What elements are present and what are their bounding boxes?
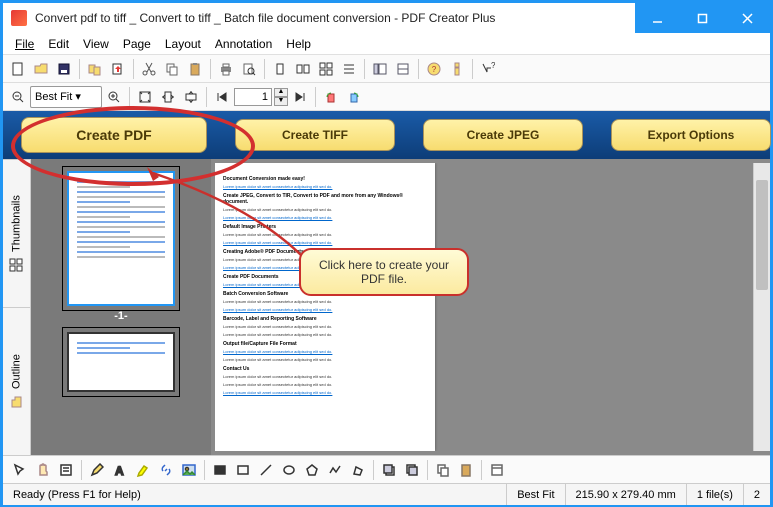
zoom-combo[interactable]: Best Fit ▾ [30,86,102,108]
view-outline-icon[interactable] [392,58,414,80]
menu-annotation[interactable]: Annotation [209,35,278,53]
fit-height-icon[interactable] [180,86,202,108]
view-list-icon[interactable] [338,58,360,80]
workspace: Thumbnails Outline -1- Document Conversi… [3,159,770,455]
side-tabs: Thumbnails Outline [3,159,31,455]
outline-icon [10,395,24,409]
rotate-left-icon[interactable] [320,86,342,108]
help-tips-icon[interactable]: ? [423,58,445,80]
status-pages: 2 [743,484,770,505]
polygon-tool-icon[interactable] [301,459,323,481]
callout-tooltip: Click here to create your PDF file. [299,248,469,296]
open-icon[interactable] [30,58,52,80]
closed-polyline-tool-icon[interactable] [347,459,369,481]
view-double-icon[interactable] [292,58,314,80]
status-ready: Ready (Press F1 for Help) [3,484,506,505]
thumbnail-label: -1- [67,310,175,322]
page-number-input[interactable] [234,88,272,106]
close-button[interactable] [725,3,770,33]
text-tool-icon[interactable]: A [109,459,131,481]
help-about-icon[interactable] [446,58,468,80]
vertical-scrollbar[interactable] [753,163,770,451]
export-options-button[interactable]: Export Options [611,119,771,151]
action-bar: Create PDF Create TIFF Create JPEG Expor… [3,111,770,159]
bring-front-icon[interactable] [378,459,400,481]
minimize-button[interactable] [635,3,680,33]
page-spin-up[interactable]: ▲ [274,88,288,97]
pencil-tool-icon[interactable] [86,459,108,481]
menu-layout[interactable]: Layout [159,35,207,53]
import-icon[interactable] [84,58,106,80]
image-tool-icon[interactable] [178,459,200,481]
thumbnails-panel: -1- [31,159,211,455]
copy-style-icon[interactable] [432,459,454,481]
document-page: Document Conversion made easy! Lorem ips… [215,163,435,451]
maximize-button[interactable] [680,3,725,33]
view-grid-icon[interactable] [315,58,337,80]
thumbnail-page-2[interactable] [67,332,175,392]
copy-icon[interactable] [161,58,183,80]
toolbar-main: ? ? [3,55,770,83]
context-help-icon[interactable]: ? [477,58,499,80]
menu-view[interactable]: View [77,35,115,53]
view-single-icon[interactable] [269,58,291,80]
create-tiff-button[interactable]: Create TIFF [235,119,395,151]
rect-tool-icon[interactable] [232,459,254,481]
link-tool-icon[interactable] [155,459,177,481]
page-spin-down[interactable]: ▼ [274,97,288,106]
toolbar-annotation: A [3,455,770,483]
properties-icon[interactable] [486,459,508,481]
app-icon [11,10,27,26]
menu-page[interactable]: Page [117,35,157,53]
line-tool-icon[interactable] [255,459,277,481]
export-icon[interactable] [107,58,129,80]
last-page-icon[interactable] [289,86,311,108]
create-pdf-button[interactable]: Create PDF [21,117,207,153]
menu-file[interactable]: File [9,35,40,53]
print-icon[interactable] [215,58,237,80]
cut-icon[interactable] [138,58,160,80]
statusbar: Ready (Press F1 for Help) Best Fit 215.9… [3,483,770,505]
svg-text:A: A [115,464,124,477]
ellipse-tool-icon[interactable] [278,459,300,481]
tab-thumbnails[interactable]: Thumbnails [3,159,30,307]
window-title: Convert pdf to tiff _ Convert to tiff _ … [35,11,635,25]
toolbar-zoom: Best Fit ▾ ▲ ▼ [3,83,770,111]
paste-style-icon[interactable] [455,459,477,481]
first-page-icon[interactable] [211,86,233,108]
polyline-tool-icon[interactable] [324,459,346,481]
paste-icon[interactable] [184,58,206,80]
new-icon[interactable] [7,58,29,80]
filled-rect-tool-icon[interactable] [209,459,231,481]
fit-width-icon[interactable] [157,86,179,108]
hand-tool-icon[interactable] [32,459,54,481]
select-tool-icon[interactable] [9,459,31,481]
tab-outline[interactable]: Outline [3,307,30,455]
thumbnail-page-1[interactable]: -1- [67,171,175,322]
save-icon[interactable] [53,58,75,80]
view-thumbs-icon[interactable] [369,58,391,80]
status-dimensions: 215.90 x 279.40 mm [565,484,686,505]
status-files: 1 file(s) [686,484,743,505]
print-preview-icon[interactable] [238,58,260,80]
menubar: File Edit View Page Layout Annotation He… [3,33,770,55]
svg-text:?: ? [432,65,437,74]
zoom-out-icon[interactable] [7,86,29,108]
note-tool-icon[interactable] [55,459,77,481]
menu-edit[interactable]: Edit [42,35,75,53]
document-viewer[interactable]: Document Conversion made easy! Lorem ips… [211,159,770,455]
thumbnails-icon [10,258,24,272]
send-back-icon[interactable] [401,459,423,481]
menu-help[interactable]: Help [280,35,317,53]
fit-page-icon[interactable] [134,86,156,108]
status-fit: Best Fit [506,484,564,505]
create-jpeg-button[interactable]: Create JPEG [423,119,583,151]
highlight-tool-icon[interactable] [132,459,154,481]
svg-text:?: ? [491,62,495,70]
zoom-in-icon[interactable] [103,86,125,108]
rotate-right-icon[interactable] [343,86,365,108]
titlebar: Convert pdf to tiff _ Convert to tiff _ … [3,3,770,33]
